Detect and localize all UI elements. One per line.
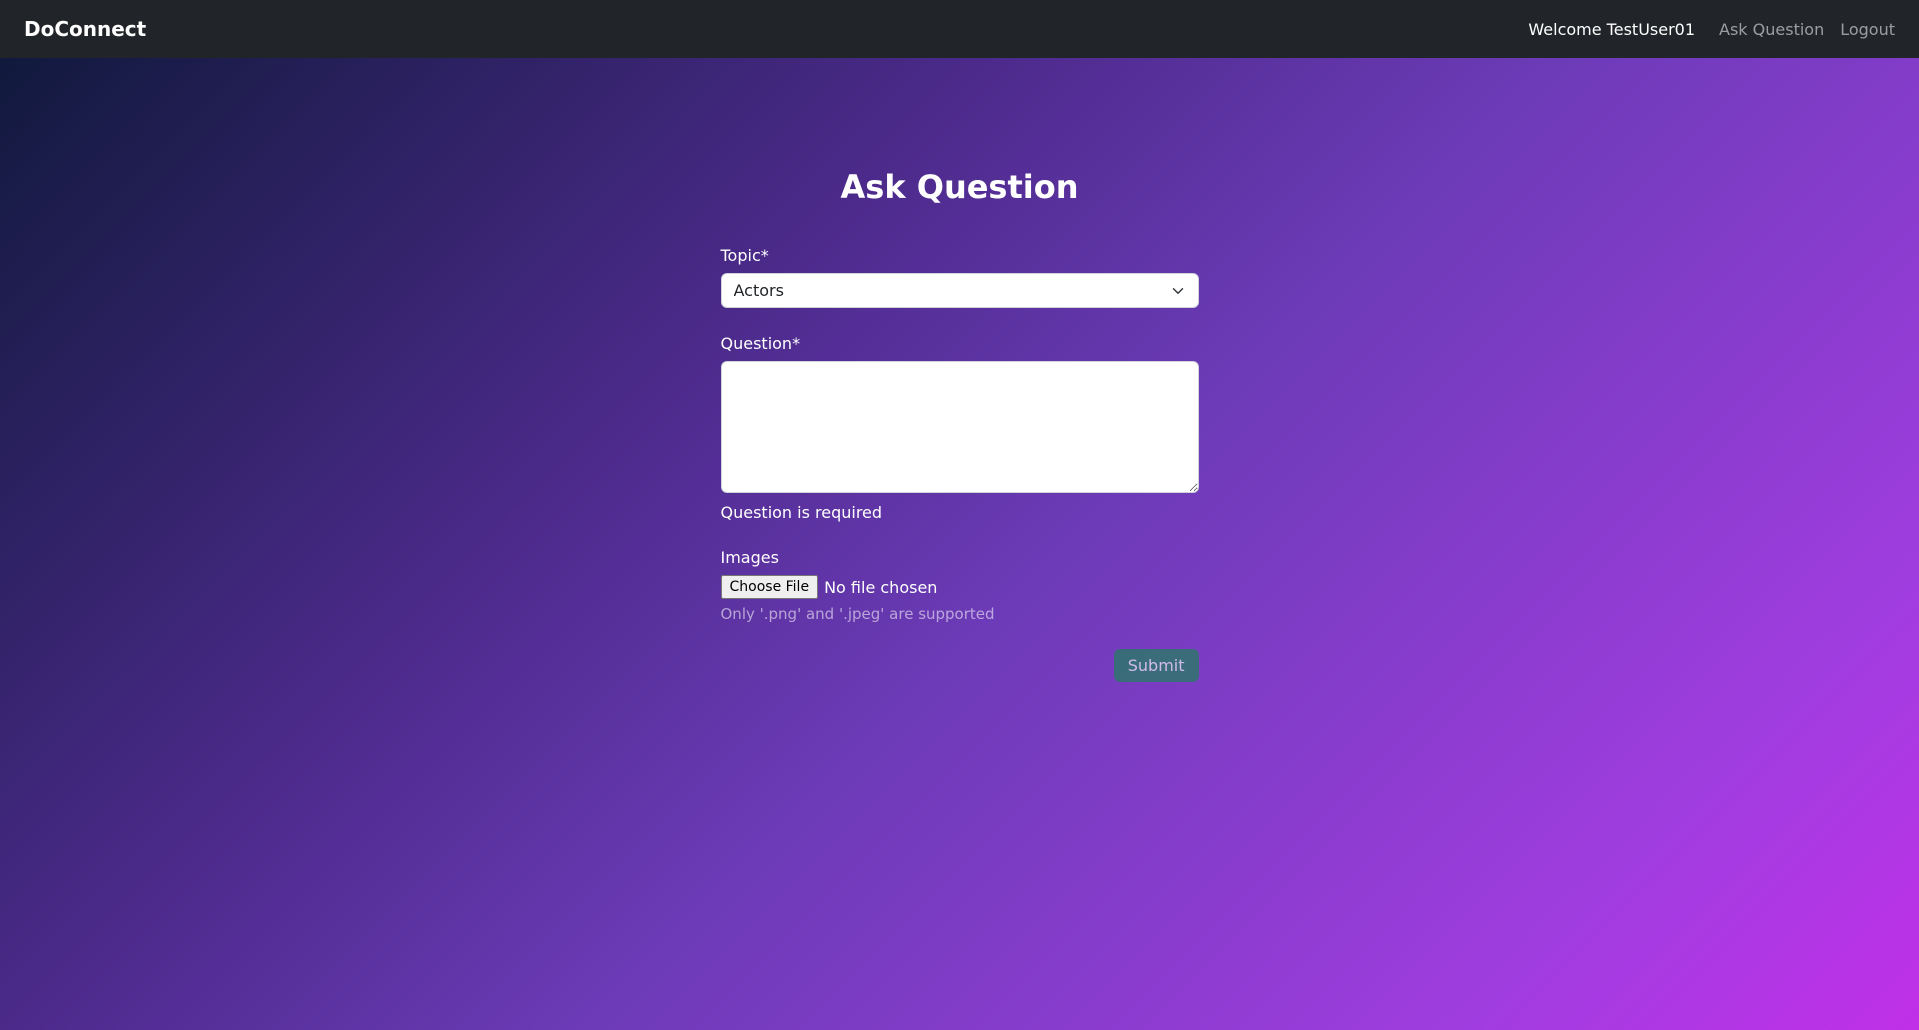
brand-logo[interactable]: DoConnect	[24, 17, 146, 41]
nav-link-logout[interactable]: Logout	[1840, 16, 1895, 43]
submit-row: Submit	[721, 649, 1199, 682]
submit-button[interactable]: Submit	[1114, 649, 1199, 682]
topic-group: Topic* Actors	[721, 246, 1199, 308]
file-row: Choose File No file chosen	[721, 575, 1199, 599]
question-group: Question* Question is required	[721, 334, 1199, 522]
navbar: DoConnect Welcome TestUser01 Ask Questio…	[0, 0, 1919, 58]
question-label: Question*	[721, 334, 1199, 353]
images-label: Images	[721, 548, 1199, 567]
file-status: No file chosen	[824, 578, 937, 597]
images-group: Images Choose File No file chosen Only '…	[721, 548, 1199, 623]
question-textarea[interactable]	[721, 361, 1199, 493]
nav-link-ask-question[interactable]: Ask Question	[1719, 16, 1824, 43]
welcome-text: Welcome TestUser01	[1528, 20, 1695, 39]
topic-label: Topic*	[721, 246, 1199, 265]
question-error: Question is required	[721, 503, 1199, 522]
topic-select[interactable]: Actors	[721, 273, 1199, 308]
main-container: Ask Question Topic* Actors Question* Que…	[721, 58, 1199, 682]
file-helper-text: Only '.png' and '.jpeg' are supported	[721, 605, 1199, 623]
choose-file-button[interactable]: Choose File	[721, 575, 819, 599]
nav-right: Welcome TestUser01 Ask Question Logout	[1528, 16, 1895, 43]
page-title: Ask Question	[721, 168, 1199, 206]
